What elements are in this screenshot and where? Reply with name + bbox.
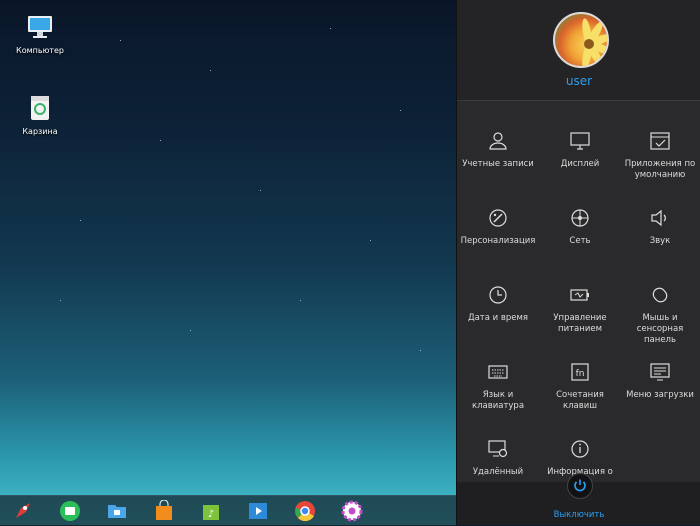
dock: ♪ — [0, 495, 456, 526]
display-icon — [569, 130, 591, 152]
tile-label: Удалённый — [472, 467, 524, 477]
computer-icon — [25, 12, 55, 42]
svg-text:fn: fn — [576, 369, 585, 379]
tile-boot-menu[interactable]: Меню загрузки — [620, 347, 700, 423]
user-accounts-icon — [487, 130, 509, 152]
control-center-panel: user Учетные записи Дисплей Приложения п… — [456, 0, 700, 525]
music-player-icon[interactable]: ♪ — [200, 500, 222, 522]
tile-label: Приложения по умолчанию — [624, 159, 696, 180]
tile-default-apps[interactable]: Приложения по умолчанию — [620, 116, 700, 192]
power-button[interactable] — [567, 473, 593, 499]
shortcuts-icon: fn — [569, 361, 591, 383]
shopping-bag-icon[interactable] — [153, 499, 175, 522]
tile-label: Дисплей — [560, 159, 600, 169]
boot-menu-icon — [649, 361, 671, 383]
tile-date-time[interactable]: Дата и время — [458, 270, 538, 346]
trash-icon — [25, 93, 55, 123]
tile-label: Учетные записи — [462, 159, 534, 169]
tile-language-keyboard[interactable]: Язык и клавиатура — [458, 347, 538, 423]
tile-display[interactable]: Дисплей — [540, 116, 620, 192]
file-manager-icon[interactable] — [106, 500, 128, 522]
info-icon — [569, 438, 591, 460]
tile-label: Сеть — [569, 236, 591, 246]
username-label[interactable]: user — [457, 74, 700, 88]
launcher-rocket-icon[interactable] — [12, 500, 34, 522]
power-icon — [574, 479, 586, 492]
desktop-icon-computer[interactable]: Компьютер — [8, 12, 72, 55]
avatar[interactable] — [553, 12, 609, 68]
tile-label: Управление питанием — [553, 313, 607, 334]
remote-icon — [487, 438, 509, 460]
tile-mouse[interactable]: Мышь и сенсорная панель — [620, 270, 700, 346]
tile-label: Язык и клавиатура — [471, 390, 525, 411]
settings-gear-icon[interactable] — [341, 500, 363, 522]
svg-text:♪: ♪ — [208, 509, 214, 520]
tile-label: Персонализация — [460, 236, 536, 246]
video-player-icon[interactable] — [247, 500, 269, 522]
tile-label: Мышь и сенсорная панель — [636, 313, 684, 345]
chrome-icon[interactable] — [294, 500, 316, 522]
tile-sound[interactable]: Звук — [620, 193, 700, 269]
tile-label: Меню загрузки — [626, 390, 694, 400]
desktop-icon-label: Компьютер — [16, 46, 64, 55]
tile-user-accounts[interactable]: Учетные записи — [458, 116, 538, 192]
sound-icon — [649, 207, 671, 229]
desktop-icon-trash[interactable]: Карзина — [8, 93, 72, 136]
network-icon — [569, 207, 591, 229]
app-store-icon[interactable] — [59, 500, 81, 522]
tile-shortcuts[interactable]: fn Сочетания клавиш — [540, 347, 620, 423]
tile-label: Сочетания клавиш — [556, 390, 604, 411]
tile-label: Дата и время — [467, 313, 529, 323]
tile-power-management[interactable]: Управление питанием — [540, 270, 620, 346]
mouse-icon — [649, 284, 671, 306]
desktop-icon-label: Карзина — [22, 127, 58, 136]
default-apps-icon — [649, 130, 671, 152]
keyboard-icon — [487, 361, 509, 383]
power-management-icon — [569, 284, 591, 306]
power-label[interactable]: Выключить — [457, 510, 700, 520]
tile-personalization[interactable]: Персонализация — [458, 193, 538, 269]
clock-icon — [487, 284, 509, 306]
tile-network[interactable]: Сеть — [540, 193, 620, 269]
personalization-icon — [487, 207, 509, 229]
tile-label: Звук — [649, 236, 671, 246]
user-header: user — [457, 0, 700, 101]
